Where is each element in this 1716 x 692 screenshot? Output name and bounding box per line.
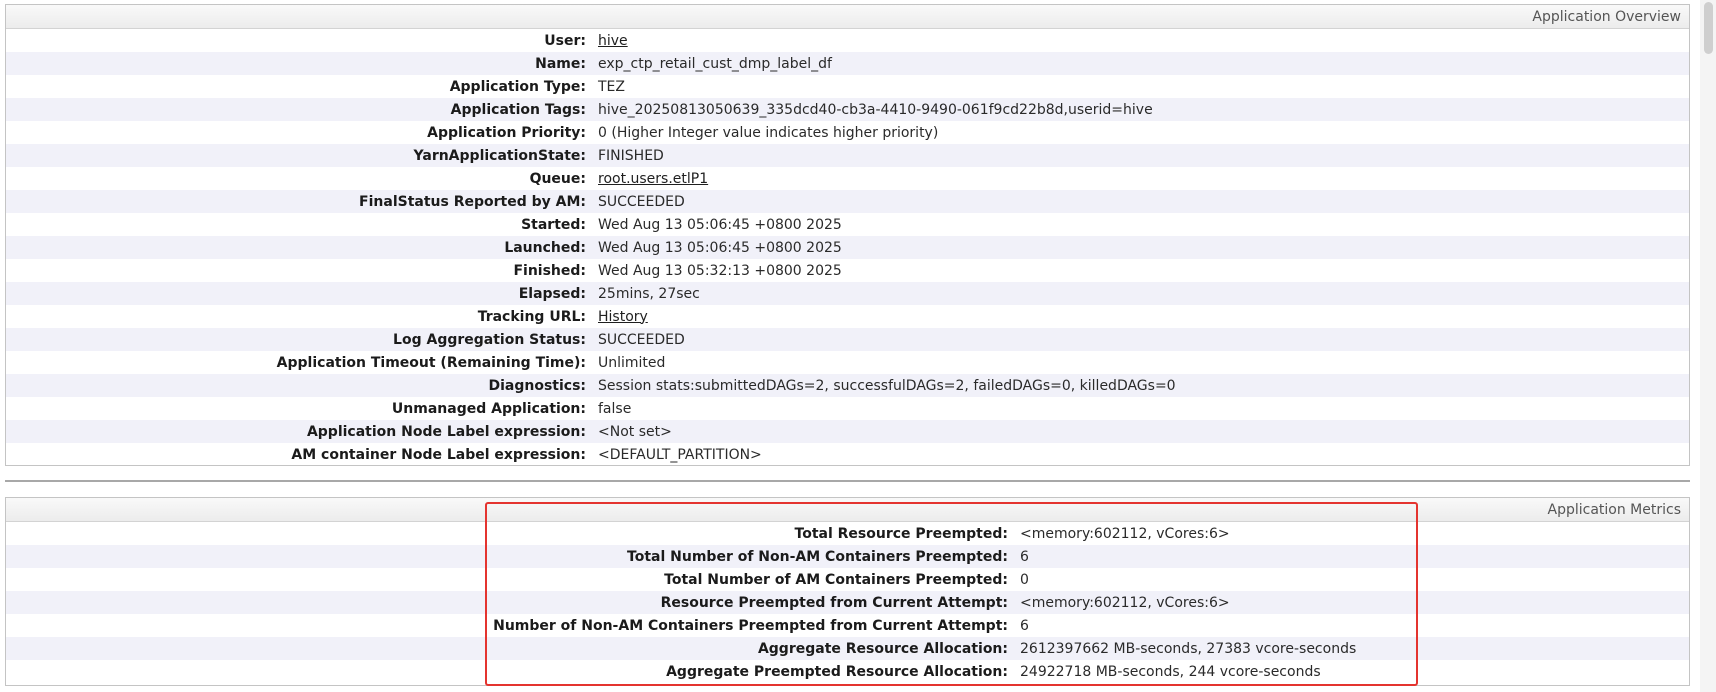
row-label: Total Number of Non-AM Containers Preemp…: [627, 548, 1008, 565]
table-row-user: User: hive: [6, 29, 1689, 52]
row-value: 0 (Higher Integer value indicates higher…: [598, 124, 939, 141]
table-row-elapsed: Elapsed: 25mins, 27sec: [6, 282, 1689, 305]
row-value: false: [598, 400, 632, 417]
row-label: Queue:: [529, 170, 586, 187]
row-label: Total Number of AM Containers Preempted:: [664, 571, 1008, 588]
row-label: Diagnostics:: [488, 377, 586, 394]
row-label: YarnApplicationState:: [413, 147, 586, 164]
row-value: Wed Aug 13 05:32:13 +0800 2025: [598, 262, 842, 279]
table-row-finalstatus-reported-by-am: FinalStatus Reported by AM: SUCCEEDED: [6, 190, 1689, 213]
table-row-application-tags: Application Tags: hive_20250813050639_335…: [6, 98, 1689, 121]
row-label: Finished:: [513, 262, 586, 279]
row-value: 24922718 MB-seconds, 244 vcore-seconds: [1020, 663, 1321, 680]
table-row-yarnapplicationstate: YarnApplicationState: FINISHED: [6, 144, 1689, 167]
table-row-queue: Queue: root.users.etlP1: [6, 167, 1689, 190]
row-value: <DEFAULT_PARTITION>: [598, 446, 762, 463]
row-value: Unlimited: [598, 354, 666, 371]
table-row-application-priority: Application Priority: 0 (Higher Integer v…: [6, 121, 1689, 144]
row-value: TEZ: [598, 78, 625, 95]
row-value: <Not set>: [598, 423, 672, 440]
row-label: FinalStatus Reported by AM:: [359, 193, 586, 210]
application-overview-header: Application Overview: [6, 5, 1689, 29]
table-row-application-type: Application Type: TEZ: [6, 75, 1689, 98]
row-value: FINISHED: [598, 147, 664, 164]
row-label: Elapsed:: [518, 285, 586, 302]
table-row-am-container-node-label-expression: AM container Node Label expression: <DEFA…: [6, 443, 1689, 466]
row-label: Started:: [521, 216, 586, 233]
overview-table: User: hive Name: exp_ctp_retail_cust_dmp_la…: [6, 29, 1689, 466]
table-row-finished: Finished: Wed Aug 13 05:32:13 +0800 2025: [6, 259, 1689, 282]
section-divider: [5, 480, 1690, 482]
table-row-diagnostics: Diagnostics: Session stats:submittedDAGs=…: [6, 374, 1689, 397]
scrollbar-thumb[interactable]: [1704, 2, 1713, 54]
row-label: Application Tags:: [450, 101, 586, 118]
row-label: Application Priority:: [427, 124, 586, 141]
row-value: Wed Aug 13 05:06:45 +0800 2025: [598, 216, 842, 233]
row-label: Resource Preempted from Current Attempt:: [660, 594, 1008, 611]
row-label: Number of Non-AM Containers Preempted fr…: [493, 617, 1008, 634]
row-value-link[interactable]: History: [586, 309, 648, 325]
table-row-aggregate-preempted-resource-allocation: Aggregate Preempted Resource Allocation:…: [6, 660, 1689, 683]
application-metrics-title: Application Metrics: [1547, 502, 1682, 518]
row-value-link[interactable]: hive: [586, 33, 628, 49]
table-row-number-of-non-am-containers-preempted-from-current-attempt: Number of Non-AM Containers Preempted fr…: [6, 614, 1689, 637]
row-value: <memory:602112, vCores:6>: [1020, 525, 1230, 542]
table-row-application-node-label-expression: Application Node Label expression: <Not s…: [6, 420, 1689, 443]
metrics-table: Total Resource Preempted: <memory:602112,…: [6, 522, 1689, 683]
row-value: 6: [1020, 548, 1029, 565]
row-label: Application Node Label expression:: [306, 423, 586, 440]
table-row-launched: Launched: Wed Aug 13 05:06:45 +0800 2025: [6, 236, 1689, 259]
row-value: <memory:602112, vCores:6>: [1020, 594, 1230, 611]
row-label: Log Aggregation Status:: [393, 331, 586, 348]
row-value: Wed Aug 13 05:06:45 +0800 2025: [598, 239, 842, 256]
row-value: 2612397662 MB-seconds, 27383 vcore-secon…: [1020, 640, 1357, 657]
vertical-scrollbar[interactable]: [1700, 0, 1716, 692]
table-row-total-number-of-am-containers-preempted: Total Number of AM Containers Preempted:…: [6, 568, 1689, 591]
row-label: Tracking URL:: [477, 308, 586, 325]
row-value: Session stats:submittedDAGs=2, successfu…: [598, 377, 1176, 394]
row-label: Name:: [535, 55, 586, 72]
table-row-aggregate-resource-allocation: Aggregate Resource Allocation: 2612397662…: [6, 637, 1689, 660]
table-row-tracking-url: Tracking URL: History: [6, 305, 1689, 328]
table-row-unmanaged-application: Unmanaged Application: false: [6, 397, 1689, 420]
row-label: Unmanaged Application:: [391, 400, 586, 417]
row-value-link[interactable]: root.users.etlP1: [586, 171, 708, 187]
row-label: Aggregate Preempted Resource Allocation:: [666, 663, 1008, 680]
application-overview-panel: Application Overview User: hive Name: exp_c…: [5, 4, 1690, 466]
row-value: 25mins, 27sec: [598, 285, 700, 302]
row-label: Application Timeout (Remaining Time):: [276, 354, 586, 371]
table-row-started: Started: Wed Aug 13 05:06:45 +0800 2025: [6, 213, 1689, 236]
row-value: 0: [1020, 571, 1029, 588]
application-overview-title: Application Overview: [1532, 9, 1681, 25]
row-label: User:: [544, 32, 586, 49]
row-label: Total Resource Preempted:: [794, 525, 1008, 542]
row-label: Aggregate Resource Allocation:: [757, 640, 1008, 657]
table-row-resource-preempted-from-current-attempt: Resource Preempted from Current Attempt:…: [6, 591, 1689, 614]
table-row-name: Name: exp_ctp_retail_cust_dmp_label_df: [6, 52, 1689, 75]
table-row-application-timeout-remaining-time: Application Timeout (Remaining Time): Unl…: [6, 351, 1689, 374]
row-value: 6: [1020, 617, 1029, 634]
row-label: Application Type:: [449, 78, 586, 95]
application-metrics-panel: Application Metrics Total Resource Preem…: [5, 497, 1690, 686]
table-row-total-resource-preempted: Total Resource Preempted: <memory:602112,…: [6, 522, 1689, 545]
row-value: SUCCEEDED: [598, 193, 685, 210]
row-label: Launched:: [504, 239, 586, 256]
row-value: hive_20250813050639_335dcd40-cb3a-4410-9…: [598, 101, 1153, 118]
row-label: AM container Node Label expression:: [291, 446, 586, 463]
row-value: exp_ctp_retail_cust_dmp_label_df: [598, 55, 832, 72]
application-metrics-header: Application Metrics: [6, 498, 1689, 522]
row-value: SUCCEEDED: [598, 331, 685, 348]
table-row-log-aggregation-status: Log Aggregation Status: SUCCEEDED: [6, 328, 1689, 351]
table-row-total-number-of-non-am-containers-preempted: Total Number of Non-AM Containers Preemp…: [6, 545, 1689, 568]
